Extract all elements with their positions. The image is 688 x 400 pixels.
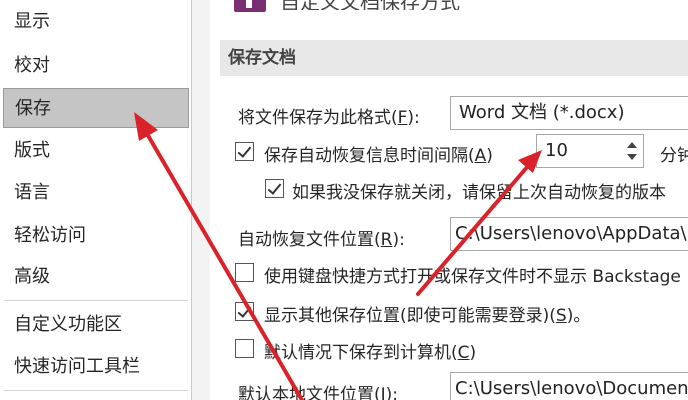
label-text: )。	[566, 306, 591, 326]
label-text: ):	[385, 385, 399, 400]
autorecover-interval-spinner[interactable]: 10	[536, 134, 644, 168]
spinner-value: 10	[545, 140, 568, 161]
sidebar-item-layout[interactable]: 版式	[0, 131, 190, 171]
label-text: )	[486, 146, 493, 166]
sidebar-item-label: 高级	[14, 266, 50, 287]
default-location-label: 默认本地文件位置(I):	[238, 380, 398, 400]
sidebar-divider	[4, 300, 188, 301]
autorecover-label: 保存自动恢复信息时间间隔(A)	[264, 141, 493, 166]
save-options-panel: 自定义文档保存方式 保存文档 将文件保存为此格式(F): Word 文档 (*.…	[210, 0, 688, 400]
save-format-label: 将文件保存为此格式(F):	[238, 103, 420, 128]
keep-last-version-checkbox[interactable]	[265, 179, 284, 198]
save-category-icon	[234, 0, 266, 12]
label-text: )	[469, 343, 477, 363]
accelerator-key: R	[380, 230, 393, 250]
accelerator-key: F	[397, 108, 408, 128]
autorecover-location-label: 自动恢复文件位置(R):	[238, 225, 405, 250]
sidebar-item-label: 校对	[14, 55, 50, 76]
label-text: 默认情况下保存到计算机(	[264, 343, 458, 363]
save-format-dropdown[interactable]: Word 文档 (*.docx)	[450, 96, 688, 130]
sidebar-item-label: 版式	[14, 140, 50, 161]
sidebar-item-label: 自定义功能区	[14, 314, 122, 335]
sidebar-item-display[interactable]: 显示	[0, 2, 190, 42]
sidebar-item-label: 保存	[15, 98, 51, 119]
default-location-input[interactable]: C:\Users\lenovo\Documents	[450, 372, 688, 400]
sidebar-item-accessibility[interactable]: 轻松访问	[0, 216, 190, 256]
sidebar-item-language[interactable]: 语言	[0, 173, 190, 213]
label-text: ):	[407, 108, 420, 128]
spinner-buttons[interactable]	[621, 135, 643, 167]
keep-last-version-label: 如果我没保存就关闭，请保留上次自动恢复的版本	[292, 183, 666, 203]
sidebar-item-quick-access-toolbar[interactable]: 快速访问工具栏	[0, 347, 190, 387]
save-to-computer-label: 默认情况下保存到计算机(C)	[264, 338, 476, 363]
accelerator-key: A	[474, 146, 487, 166]
accelerator-key: C	[457, 343, 470, 363]
sidebar-gutter	[192, 0, 210, 400]
sidebar-item-label: 轻松访问	[14, 225, 86, 246]
sidebar-item-advanced[interactable]: 高级	[0, 257, 190, 297]
label-text: 自动恢复文件位置(	[238, 230, 381, 250]
show-other-locations-checkbox[interactable]	[235, 302, 254, 321]
sidebar-item-save[interactable]: 保存	[3, 88, 189, 128]
label-text: ):	[392, 230, 405, 250]
sidebar-divider	[4, 390, 188, 391]
label-text: 默认本地文件位置(	[238, 385, 381, 400]
no-backstage-checkbox[interactable]	[235, 263, 254, 282]
autorecover-location-input[interactable]: C:\Users\lenovo\AppData\Roaming	[450, 217, 688, 251]
options-sidebar: 显示 校对 保存 版式 语言 轻松访问 高级 自定义功能区 快速访问工具栏	[0, 0, 192, 400]
spin-up-icon[interactable]	[627, 142, 637, 148]
page-title: 自定义文档保存方式	[280, 0, 460, 10]
label-text: 保存自动恢复信息时间间隔(	[264, 146, 475, 166]
sidebar-item-label: 显示	[14, 11, 50, 32]
spin-down-icon[interactable]	[627, 154, 637, 160]
sidebar-item-label: 语言	[14, 182, 50, 203]
sidebar-item-proofing[interactable]: 校对	[0, 46, 190, 86]
save-to-computer-checkbox[interactable]	[235, 339, 254, 358]
sidebar-item-label: 快速访问工具栏	[14, 356, 140, 377]
autorecover-checkbox[interactable]	[235, 142, 254, 161]
no-backstage-label: 使用键盘快捷方式打开或保存文件时不显示 Backstage	[264, 267, 681, 287]
autorecover-unit: 分钟	[660, 146, 688, 166]
label-text: 显示其他保存位置(即使可能需要登录)(	[264, 306, 556, 326]
sidebar-item-customize-ribbon[interactable]: 自定义功能区	[0, 305, 190, 345]
accelerator-key: S	[555, 306, 567, 326]
show-other-locations-label: 显示其他保存位置(即使可能需要登录)(S)。	[264, 301, 590, 326]
section-title-save-documents: 保存文档	[220, 40, 688, 76]
label-text: 将文件保存为此格式(	[238, 108, 398, 128]
